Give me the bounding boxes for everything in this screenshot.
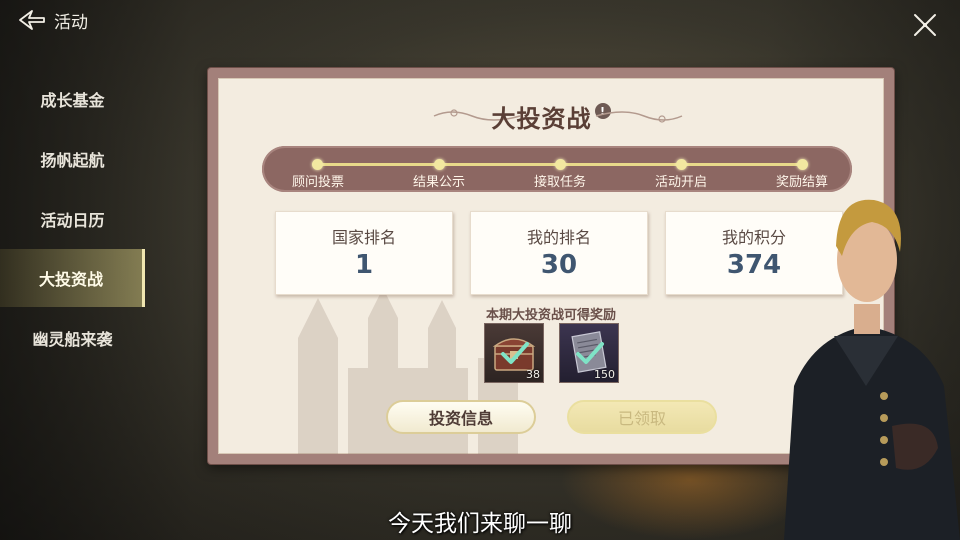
timeline-dot: [312, 159, 323, 170]
stat-card-my-rank: 我的排名 30: [470, 211, 648, 295]
timeline-dot: [434, 159, 445, 170]
timeline-label-accept-task: 接取任务: [533, 175, 586, 190]
sidebar-item-investment-war[interactable]: 大投资战: [0, 249, 145, 307]
timeline-dot: [676, 159, 687, 170]
stat-value: 30: [540, 250, 578, 280]
dialogue-subtitle: 今天我们来聊一聊: [388, 511, 572, 537]
sidebar-item-growth-fund[interactable]: 成长基金: [0, 70, 145, 128]
page-title: 大投资战: [491, 104, 592, 133]
stat-label: 国家排名: [331, 228, 396, 247]
timeline-dot: [555, 159, 566, 170]
claimed-button[interactable]: 已领取: [567, 400, 717, 434]
close-icon: [914, 14, 936, 36]
sidebar-item-label: 大投资战: [38, 270, 103, 289]
sidebar-item-label: 成长基金: [40, 91, 105, 110]
phase-timeline: 顾问投票 结果公示 接取任务 活动开启 奖励结算: [262, 146, 852, 192]
sidebar-item-label: 幽灵船来袭: [32, 330, 113, 349]
title-flourish-right: [595, 111, 683, 123]
sidebar-item-ghost-ship[interactable]: 幽灵船来袭: [0, 309, 145, 367]
stat-label: 我的排名: [526, 228, 591, 247]
timeline-dot: [797, 159, 808, 170]
stat-card-national-rank: 国家排名 1: [275, 211, 453, 295]
sidebar-item-label: 扬帆起航: [40, 151, 105, 170]
reward-item-document[interactable]: 150: [559, 323, 619, 383]
reward-title: 本期大投资战可得奖励: [485, 308, 616, 323]
character-portrait: [784, 199, 960, 540]
reward-item-chest[interactable]: 38: [484, 323, 544, 383]
timeline-label-event-start: 活动开启: [654, 175, 707, 190]
reward-count: 38: [526, 368, 540, 381]
sidebar-item-set-sail[interactable]: 扬帆起航: [0, 130, 145, 188]
timeline-label-results: 结果公示: [412, 175, 465, 190]
back-arrow-icon: [19, 10, 45, 30]
investment-info-button[interactable]: 投资信息: [386, 400, 536, 434]
stat-value: 1: [354, 250, 374, 280]
sidebar-item-event-calendar[interactable]: 活动日历: [0, 190, 145, 248]
sidebar-item-label: 活动日历: [40, 211, 105, 230]
reward-count: 150: [594, 368, 615, 381]
back-button[interactable]: 活动: [18, 8, 88, 33]
back-label: 活动: [54, 12, 88, 33]
timeline-label-vote: 顾问投票: [291, 175, 344, 190]
sidebar: 成长基金 扬帆起航 活动日历 大投资战 幽灵船来袭: [0, 68, 145, 428]
close-button[interactable]: [910, 12, 940, 38]
